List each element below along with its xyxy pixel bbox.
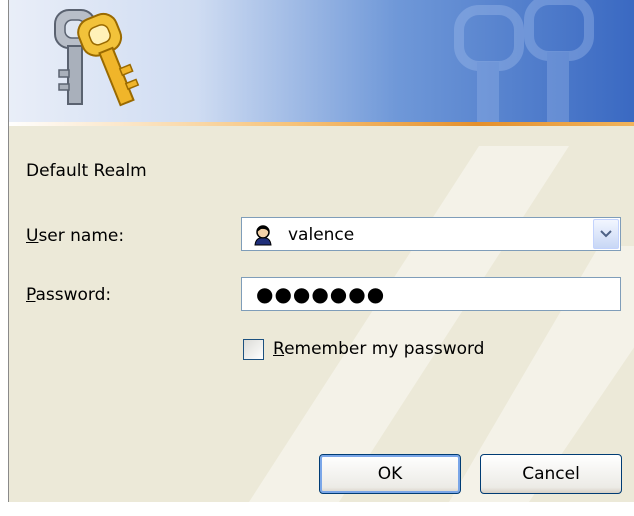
remember-password-checkbox[interactable]: [243, 339, 264, 360]
realm-name: Default Realm: [26, 161, 147, 181]
username-label-text: ser name:: [38, 226, 125, 246]
dialog-banner: [9, 0, 634, 122]
password-label-text: assword:: [35, 285, 112, 305]
keys-icon: [54, 9, 140, 107]
username-label: User name:: [26, 226, 124, 246]
background-watermark: [249, 146, 634, 502]
banner-watermark-icon: [454, 0, 594, 122]
password-label: Password:: [26, 285, 111, 305]
password-masked-value: ●●●●●●●: [256, 282, 386, 306]
username-dropdown-button[interactable]: [593, 219, 619, 249]
cancel-button[interactable]: Cancel: [480, 454, 622, 494]
username-value: valence: [288, 225, 355, 245]
ok-button[interactable]: OK: [319, 454, 461, 494]
user-icon: [254, 225, 272, 246]
remember-password-accelerator: R: [273, 339, 285, 359]
banner-accent-stripe: [9, 122, 634, 126]
password-label-accelerator: P: [26, 285, 36, 305]
remember-password-text: emember my password: [284, 339, 485, 359]
username-combobox[interactable]: valence: [241, 217, 621, 251]
remember-password-label[interactable]: Remember my password: [273, 339, 484, 359]
login-dialog: Default Realm User name: valence Passwor…: [8, 0, 634, 502]
password-field[interactable]: ●●●●●●●: [241, 277, 621, 311]
chevron-down-icon: [600, 230, 612, 238]
username-label-accelerator: U: [26, 226, 39, 246]
